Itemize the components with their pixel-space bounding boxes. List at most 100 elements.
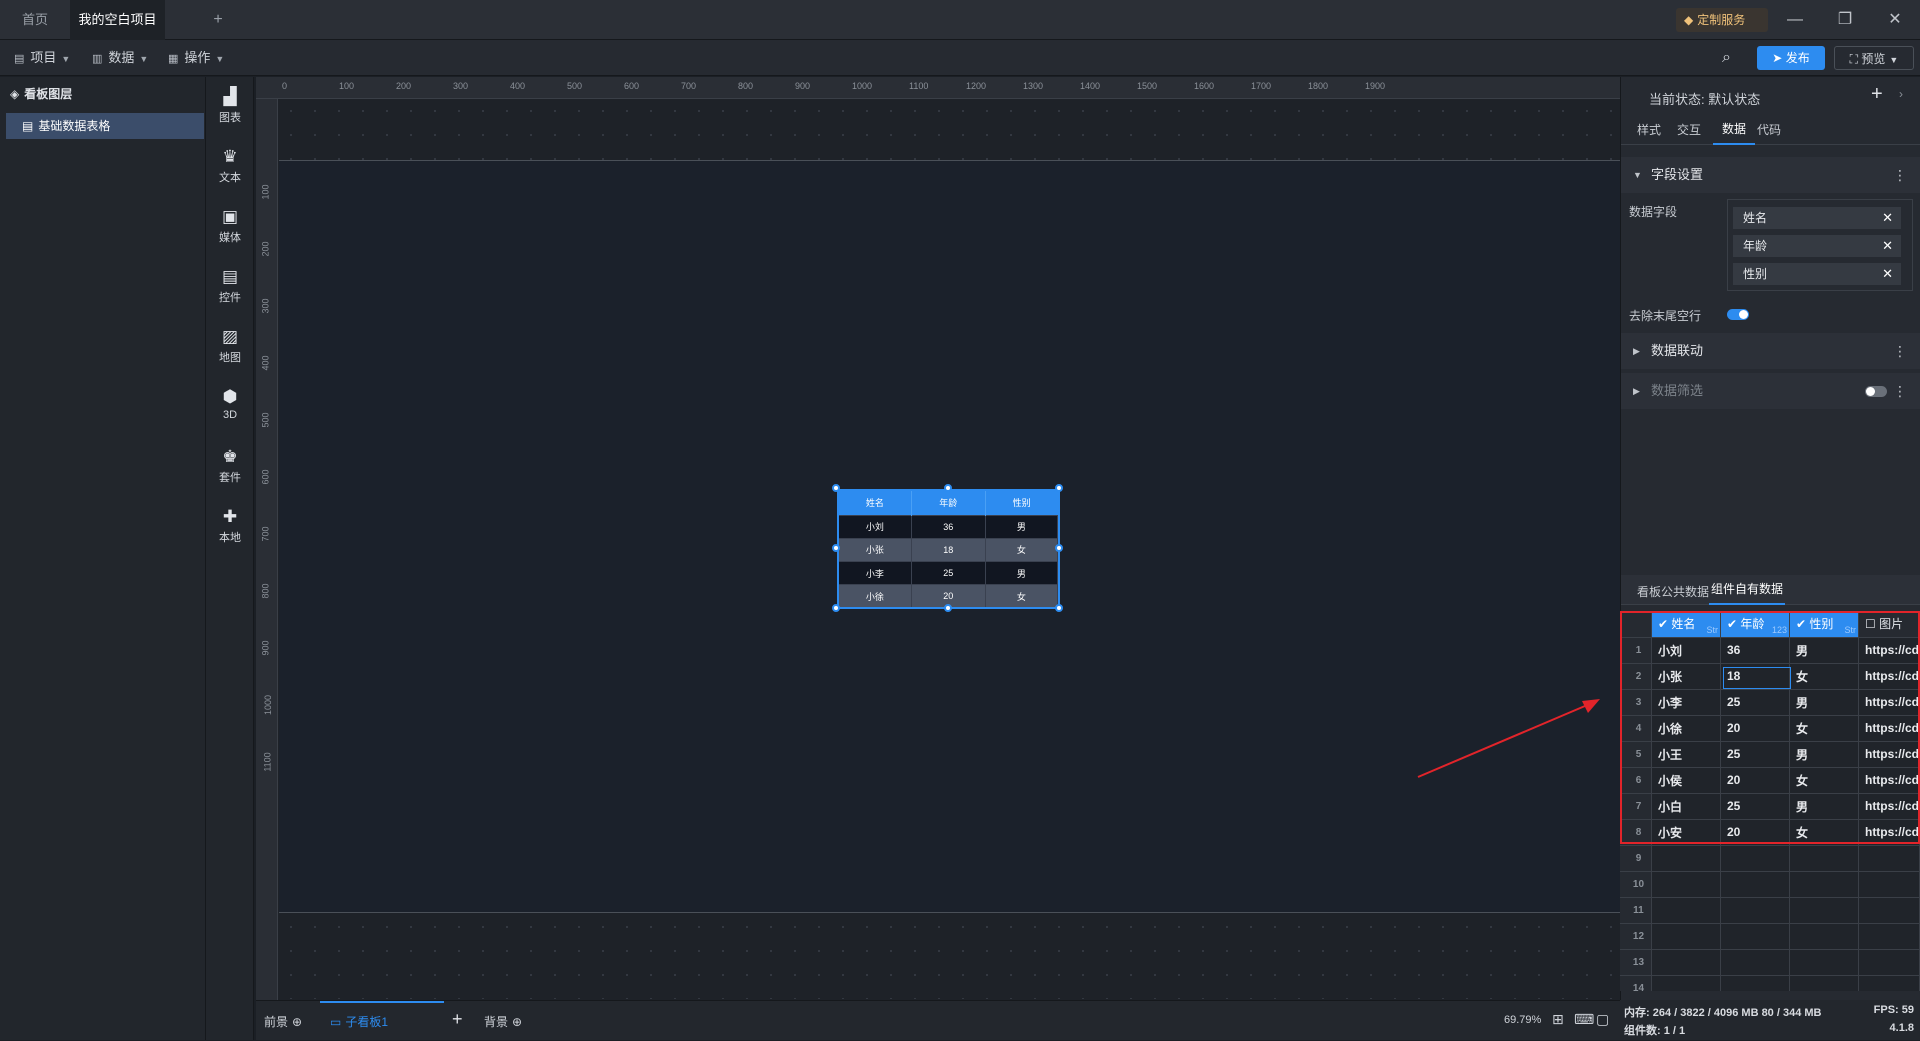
ruler-label: 1700 bbox=[1251, 81, 1272, 91]
table-component[interactable]: 姓名 年龄 性别 小刘 36 男 小张 18 女 小李 25 男 小徐 20 女 bbox=[837, 489, 1060, 609]
publish-button[interactable]: ➤ 发布 bbox=[1757, 46, 1825, 70]
grid-cell[interactable] bbox=[1858, 975, 1920, 991]
more-icon[interactable]: ⋮ bbox=[1893, 157, 1907, 193]
resize-handle[interactable] bbox=[1055, 604, 1063, 612]
grid-cell[interactable] bbox=[1858, 923, 1920, 950]
close-icon[interactable]: ✕ bbox=[1882, 235, 1893, 257]
data-linkage-section[interactable]: ▶ 数据联动 ⋮ bbox=[1621, 333, 1920, 369]
more-icon[interactable]: ⋮ bbox=[1893, 333, 1907, 369]
tool-media[interactable]: ▣ 媒体 bbox=[206, 207, 254, 245]
tool-chart[interactable]: ▟ 图表 bbox=[206, 87, 254, 125]
restore-button[interactable]: ❐ bbox=[1820, 0, 1870, 40]
field-settings-section[interactable]: ▼ 字段设置 ⋮ bbox=[1621, 157, 1920, 193]
resize-handle[interactable] bbox=[832, 604, 840, 612]
menu-operate[interactable]: ▦ 操作 ▼ bbox=[168, 40, 224, 76]
map-icon: ▨ bbox=[221, 327, 239, 346]
resize-handle[interactable] bbox=[944, 604, 952, 612]
resize-handle[interactable] bbox=[1055, 484, 1063, 492]
minimize-button[interactable]: — bbox=[1770, 0, 1820, 40]
grid-cell[interactable] bbox=[1789, 949, 1859, 976]
grid-cell[interactable] bbox=[1720, 897, 1790, 924]
trim-empty-rows-toggle[interactable] bbox=[1727, 309, 1749, 320]
add-circle-icon[interactable]: ⊕ bbox=[292, 1015, 302, 1029]
selected-cell[interactable] bbox=[1723, 667, 1791, 689]
tab-component-own-data[interactable]: 组件自有数据 bbox=[1709, 575, 1786, 605]
state-value: 默认状态 bbox=[1708, 92, 1761, 107]
grid-cell[interactable] bbox=[1789, 871, 1859, 898]
menu-data[interactable]: ▥ 数据 ▼ bbox=[92, 40, 148, 76]
resize-handle[interactable] bbox=[832, 544, 840, 552]
terminal-icon[interactable]: ▢ bbox=[1596, 1011, 1609, 1028]
add-tab-button[interactable]: + bbox=[208, 0, 228, 40]
layer-item-table[interactable]: ▤ 基础数据表格 bbox=[6, 113, 204, 139]
grid-cell[interactable] bbox=[1720, 923, 1790, 950]
grid-cell[interactable] bbox=[1720, 871, 1790, 898]
grid-cell[interactable] bbox=[1858, 897, 1920, 924]
resize-handle[interactable] bbox=[944, 484, 952, 492]
tool-kit[interactable]: ♚ 套件 bbox=[206, 447, 254, 485]
tab-board-public-data[interactable]: 看板公共数据 bbox=[1637, 583, 1709, 600]
grid-cell[interactable] bbox=[1651, 897, 1721, 924]
add-board-button[interactable]: + bbox=[452, 1009, 463, 1030]
tab-home[interactable]: 首页 bbox=[0, 0, 70, 40]
sub-board-label: 子看板1 bbox=[345, 1015, 389, 1029]
grid-cell[interactable] bbox=[1651, 949, 1721, 976]
tool-text[interactable]: ♛ 文本 bbox=[206, 147, 254, 185]
resize-handle[interactable] bbox=[1055, 544, 1063, 552]
preview-label: 预览 bbox=[1861, 52, 1886, 66]
ruler-label: 100 bbox=[339, 81, 355, 91]
grid-cell[interactable] bbox=[1720, 949, 1790, 976]
grid-cell[interactable] bbox=[1789, 975, 1859, 991]
tab-data[interactable]: 数据 bbox=[1713, 117, 1755, 145]
foreground-tab[interactable]: 前景 ⊕ bbox=[264, 1013, 302, 1030]
fit-icon[interactable]: ⊞ bbox=[1552, 1011, 1564, 1028]
data-filter-toggle[interactable] bbox=[1865, 386, 1887, 397]
tool-map[interactable]: ▨ 地图 bbox=[206, 327, 254, 365]
keyboard-icon[interactable]: ⌨ bbox=[1574, 1011, 1594, 1028]
search-icon[interactable]: ⌕ bbox=[1722, 49, 1731, 67]
tool-control[interactable]: ▤ 控件 bbox=[206, 267, 254, 305]
grid-cell[interactable] bbox=[1858, 949, 1920, 976]
preview-button[interactable]: ⛶ 预览 ▼ bbox=[1834, 46, 1914, 70]
grid-cell[interactable] bbox=[1789, 845, 1859, 872]
field-chip[interactable]: 性别 ✕ bbox=[1733, 263, 1901, 285]
tool-local[interactable]: ✚ 本地 bbox=[206, 507, 254, 545]
grid-cell[interactable] bbox=[1651, 923, 1721, 950]
grid-cell[interactable] bbox=[1720, 845, 1790, 872]
sub-board-tab[interactable]: ▭ 子看板1 bbox=[320, 1001, 444, 1041]
media-icon: ▣ bbox=[221, 207, 239, 226]
tab-code[interactable]: 代码 bbox=[1757, 121, 1781, 138]
tool-3d[interactable]: ⬢ 3D bbox=[206, 387, 254, 421]
custom-service-button[interactable]: ◆ 定制服务 bbox=[1676, 8, 1768, 32]
tab-style[interactable]: 样式 bbox=[1637, 121, 1661, 138]
resize-handle[interactable] bbox=[832, 484, 840, 492]
close-icon[interactable]: ✕ bbox=[1882, 263, 1893, 285]
add-circle-icon[interactable]: ⊕ bbox=[512, 1015, 522, 1029]
field-chip[interactable]: 年龄 ✕ bbox=[1733, 235, 1901, 257]
field-chip[interactable]: 姓名 ✕ bbox=[1733, 207, 1901, 229]
close-icon[interactable]: ✕ bbox=[1882, 207, 1893, 229]
grid-cell[interactable] bbox=[1720, 975, 1790, 991]
monitor-icon: ▭ bbox=[330, 1015, 342, 1029]
grid-cell[interactable] bbox=[1651, 845, 1721, 872]
menu-project[interactable]: ▤ 项目 ▼ bbox=[14, 40, 70, 76]
more-icon[interactable]: ⋮ bbox=[1893, 373, 1907, 409]
grid-cell[interactable] bbox=[1858, 871, 1920, 898]
grid-cell[interactable] bbox=[1858, 845, 1920, 872]
ruler-label: 1200 bbox=[966, 81, 987, 91]
background-tab[interactable]: 背景 ⊕ bbox=[484, 1013, 522, 1030]
grid-cell[interactable] bbox=[1651, 871, 1721, 898]
grid-cell[interactable] bbox=[1789, 923, 1859, 950]
layer-item-label: 基础数据表格 bbox=[38, 119, 111, 133]
close-button[interactable]: ✕ bbox=[1870, 0, 1920, 40]
add-state-button[interactable]: + bbox=[1871, 83, 1883, 106]
grid-cell[interactable] bbox=[1789, 897, 1859, 924]
preview-row: 小刘 36 男 bbox=[839, 514, 1059, 539]
grid-cell[interactable] bbox=[1651, 975, 1721, 991]
zoom-level[interactable]: 69.79% bbox=[1504, 1014, 1541, 1026]
chevron-right-icon[interactable]: › bbox=[1899, 87, 1903, 101]
state-label: 当前状态: bbox=[1649, 92, 1705, 107]
tab-interaction[interactable]: 交互 bbox=[1677, 121, 1701, 138]
data-source-tabs: 看板公共数据 组件自有数据 bbox=[1621, 575, 1920, 605]
tab-project[interactable]: 我的空白项目 bbox=[70, 0, 165, 65]
